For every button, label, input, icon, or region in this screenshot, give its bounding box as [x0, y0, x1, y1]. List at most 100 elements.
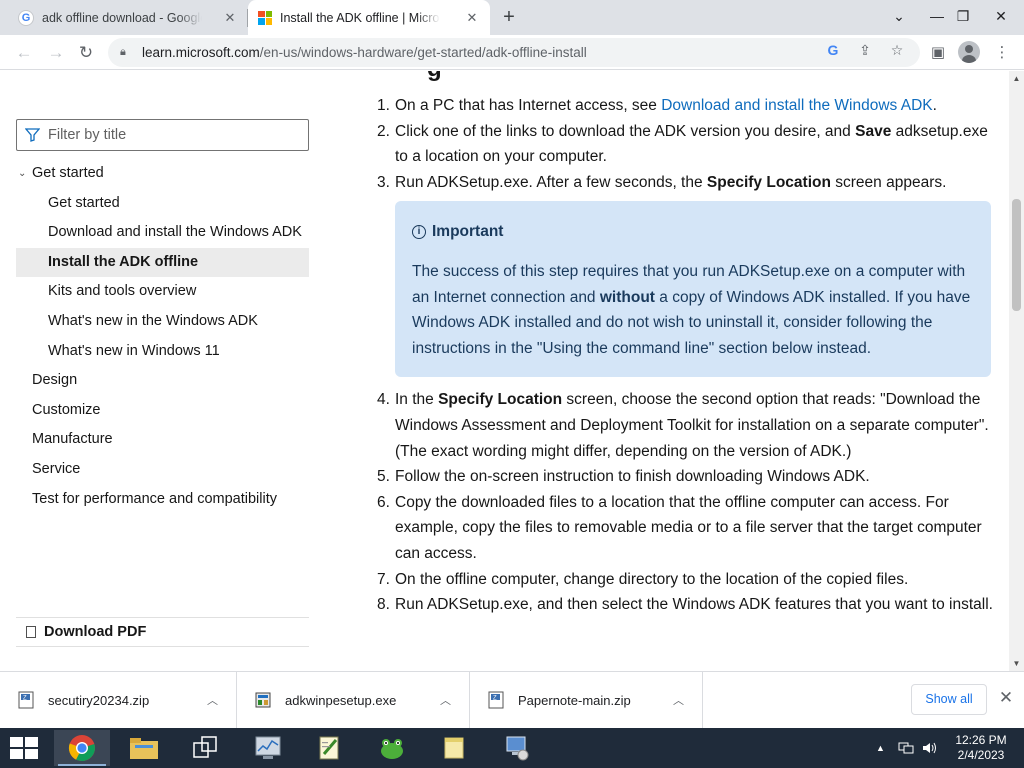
step-number: 7.: [377, 570, 390, 588]
filter-by-title[interactable]: [16, 119, 309, 151]
show-hidden-icons-chevron[interactable]: ▲: [876, 728, 885, 768]
system-clock[interactable]: 12:26 PM 2/4/2023: [948, 733, 1014, 763]
url-path: /en-us/windows-hardware/get-started/adk-…: [259, 45, 587, 60]
profile-avatar[interactable]: [958, 41, 980, 63]
chevron-up-icon[interactable]: ︿: [673, 692, 684, 708]
download-filename: Papernote-main.zip: [518, 692, 631, 708]
sticky-notes-icon: [444, 737, 464, 759]
side-panel-icon[interactable]: ▣: [924, 39, 952, 67]
download-pdf-button[interactable]: Download PDF: [16, 617, 309, 647]
volume-tray-icon[interactable]: [922, 728, 938, 768]
page-scrollbar[interactable]: ▲ ▼: [1009, 71, 1024, 671]
step-number: 6.: [377, 493, 390, 511]
download-filename: adkwinpesetup.exe: [285, 692, 397, 708]
scroll-down-arrow-icon[interactable]: ▼: [1009, 656, 1024, 671]
show-all-button[interactable]: Show all: [911, 684, 987, 715]
taskbar-sticky-notes[interactable]: [426, 730, 482, 766]
toc-whats-new-adk[interactable]: What's new in the Windows ADK: [16, 307, 309, 337]
scroll-up-arrow-icon[interactable]: ▲: [1009, 71, 1024, 86]
tab-install-adk-offline[interactable]: Install the ADK offline | Microsoft Lear…: [248, 0, 490, 35]
step-number: 4.: [377, 391, 390, 409]
close-window-button[interactable]: ✕: [978, 0, 1024, 32]
clock-time: 12:26 PM: [955, 733, 1007, 747]
step-5: 5. Follow the on-screen instruction to fi…: [377, 464, 993, 490]
reload-icon[interactable]: ↻: [72, 39, 100, 67]
tab-google-search[interactable]: G adk offline download - Google Search ✕: [8, 0, 248, 35]
lock-icon: 🔒︎: [120, 46, 126, 58]
toc-service[interactable]: Service: [16, 455, 309, 485]
bookmark-star-icon[interactable]: ☆: [888, 41, 906, 59]
alert-title: i Important: [412, 219, 973, 245]
browser-toolbar: ← → ↻ 🔒︎ learn.microsoft.com/en-us/windo…: [0, 35, 1024, 70]
tab-close-icon[interactable]: ✕: [222, 10, 238, 26]
download-item[interactable]: adkwinpesetup.exe ︿: [237, 672, 470, 728]
toc-manufacture[interactable]: Manufacture: [16, 425, 309, 455]
close-downloads-icon[interactable]: ✕: [996, 688, 1016, 710]
taskbar-task-view[interactable]: [178, 730, 234, 766]
step-8: 8. Run ADKSetup.exe, and then select the …: [377, 592, 993, 618]
forward-arrow-icon[interactable]: →: [42, 39, 70, 67]
step-text: On a PC that has Internet access, see: [395, 97, 662, 114]
table-of-contents: ⌄ Get started Get started Download and i…: [16, 159, 309, 514]
step-bold-text: Specify Location: [706, 173, 831, 191]
taskbar-chrome[interactable]: [54, 730, 110, 766]
step-text: Run ADKSetup.exe, and then select the Wi…: [395, 596, 993, 614]
toc-whats-new-windows-11[interactable]: What's new in Windows 11: [16, 337, 309, 367]
filter-icon: [25, 128, 40, 142]
steps-list: 1. On a PC that has Internet access, see …: [377, 93, 993, 195]
info-icon: i: [412, 225, 426, 240]
taskbar-performance-monitor[interactable]: [240, 730, 296, 766]
toc-design[interactable]: Design: [16, 366, 309, 396]
download-item[interactable]: Z Papernote-main.zip ︿: [470, 672, 703, 728]
scrollbar-thumb[interactable]: [1012, 199, 1021, 311]
toc-download-install-adk[interactable]: Download and install the Windows ADK: [16, 218, 309, 248]
step-number: 5.: [377, 468, 390, 486]
step-number: 2.: [377, 122, 390, 140]
svg-text:Z: Z: [23, 696, 27, 702]
menu-kebab-icon[interactable]: ⋮: [988, 39, 1016, 67]
zip-file-icon: Z: [488, 691, 504, 709]
taskbar-frog-app[interactable]: [364, 730, 420, 766]
taskbar-file-explorer[interactable]: [116, 730, 172, 766]
step-text: Run ADKSetup.exe. After a few seconds, t…: [395, 173, 707, 191]
download-install-adk-link[interactable]: Download and install the Windows ADK: [661, 97, 932, 114]
filter-input[interactable]: [48, 127, 288, 143]
alert-bold-text: without: [599, 288, 655, 306]
google-translate-icon[interactable]: G: [824, 41, 842, 59]
taskbar-network-app[interactable]: [488, 730, 544, 766]
performance-monitor-icon: [255, 736, 281, 759]
step-number: 3.: [377, 173, 390, 191]
taskbar-notepad-plus[interactable]: [302, 730, 358, 766]
windows-logo-icon: [10, 737, 38, 759]
step-7: 7. On the offline computer, change direct…: [377, 567, 993, 593]
step-text: In the: [395, 391, 439, 409]
address-bar[interactable]: 🔒︎ learn.microsoft.com/en-us/windows-har…: [108, 38, 920, 67]
page-viewport: ⌄ Get started Get started Download and i…: [0, 71, 1024, 671]
share-icon[interactable]: ⇪: [856, 41, 874, 59]
chevron-up-icon[interactable]: ︿: [440, 692, 451, 708]
toc-test-performance[interactable]: Test for performance and compatibility: [16, 485, 309, 515]
network-tray-icon[interactable]: [898, 728, 914, 768]
download-item[interactable]: Z secutiry20234.zip ︿: [0, 672, 237, 728]
tab-close-icon[interactable]: ✕: [464, 10, 480, 26]
back-arrow-icon[interactable]: ←: [10, 39, 38, 67]
toc-get-started-group[interactable]: ⌄ Get started: [16, 159, 309, 189]
page-heading-fragment: g: [427, 71, 442, 82]
steps-list-continued: 4. In the Specify Location screen, choose…: [377, 387, 993, 617]
tab-title: Install the ADK offline | Microsoft Lear…: [280, 10, 440, 25]
download-pdf-label: Download PDF: [44, 624, 147, 640]
toc-kits-tools-overview[interactable]: Kits and tools overview: [16, 277, 309, 307]
start-button[interactable]: [0, 728, 48, 768]
step-4: 4. In the Specify Location screen, choose…: [377, 387, 993, 464]
toc-get-started[interactable]: Get started: [16, 189, 309, 219]
file-explorer-icon: [130, 738, 158, 759]
chevron-up-icon[interactable]: ︿: [207, 692, 218, 708]
frog-app-icon: [381, 739, 403, 759]
taskbar: ▲ 12:26 PM 2/4/2023: [0, 728, 1024, 768]
toc-customize[interactable]: Customize: [16, 396, 309, 426]
pdf-document-icon: [26, 626, 36, 638]
step-3: 3. Run ADKSetup.exe. After a few seconds,…: [377, 170, 993, 196]
toc-install-adk-offline[interactable]: Install the ADK offline: [16, 247, 309, 278]
new-tab-button[interactable]: +: [498, 7, 520, 29]
step-text: On the offline computer, change director…: [395, 570, 909, 588]
